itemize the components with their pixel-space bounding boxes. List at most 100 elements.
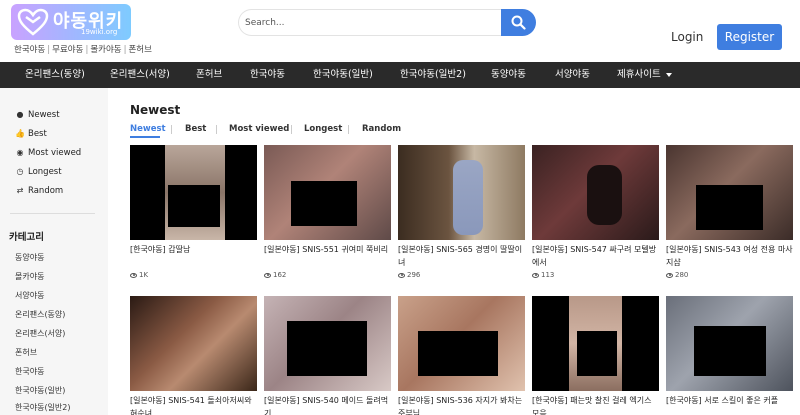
category-item[interactable]: 폰허브	[15, 347, 37, 358]
video-thumbnail[interactable]	[398, 296, 525, 391]
video-title[interactable]: [일본야동] SNIS-536 자지가 봐차는 주부님	[398, 394, 525, 415]
sidebar-divider	[10, 213, 95, 214]
eye-icon	[130, 272, 137, 278]
nav-item-pornhub[interactable]: 폰허브	[196, 62, 222, 88]
category-item[interactable]: 서양야동	[15, 290, 44, 301]
register-button[interactable]: Register	[717, 24, 782, 50]
tab-random[interactable]: Random	[362, 124, 401, 134]
view-count-value: 1K	[139, 271, 149, 279]
video-thumbnail[interactable]	[264, 296, 391, 391]
tab-longest[interactable]: Longest	[304, 124, 342, 134]
main-nav: 온리팬스(동양) 온리팬스(서양) 폰허브 한국야동 한국야동(일반) 한국야동…	[0, 62, 800, 88]
sidebar: ● Newest 👍 Best ◉ Most viewed ◷ Longest ⇄ Ran…	[0, 88, 108, 415]
thumbs-up-icon: 👍	[15, 129, 25, 138]
nav-item-korean-general[interactable]: 한국야동(일반)	[313, 62, 373, 88]
tab-best[interactable]: Best	[185, 124, 206, 134]
view-count: 280	[666, 271, 688, 279]
nav-item-onlyfans-western[interactable]: 온리팬스(서양)	[110, 62, 170, 88]
sidebar-item-most-viewed[interactable]: ◉ Most viewed	[15, 148, 82, 162]
censor-block	[696, 185, 763, 230]
tab-most-viewed[interactable]: Most viewed	[229, 124, 289, 134]
page-title: Newest	[130, 103, 181, 117]
sidebar-item-label: Newest	[28, 110, 60, 120]
site-header: 야동위키 19wiki.org 한국야동|무료야동|몰카야동|폰허브 Login…	[0, 0, 800, 62]
video-title[interactable]: [한국야동] 갑딸남	[130, 243, 257, 256]
heart-logo-icon	[17, 8, 49, 36]
nav-item-asian[interactable]: 동양야동	[491, 62, 526, 88]
clock-icon: ◷	[16, 167, 24, 176]
circle-icon: ●	[16, 110, 24, 119]
search-button[interactable]	[501, 9, 536, 36]
view-count-value: 113	[541, 271, 555, 279]
video-thumbnail[interactable]	[666, 145, 793, 240]
login-link[interactable]: Login	[671, 30, 703, 44]
caret-down-icon	[665, 72, 672, 77]
censor-block	[694, 326, 766, 376]
search-input[interactable]	[238, 9, 501, 36]
nav-item-korean-general2[interactable]: 한국야동(일반2)	[400, 62, 466, 88]
censor-block	[291, 181, 357, 226]
view-count: 162	[264, 271, 286, 279]
eye-icon: ◉	[16, 148, 24, 157]
logo-subtext: 19wiki.org	[81, 28, 118, 36]
video-thumbnail[interactable]	[666, 296, 793, 391]
sublink-free[interactable]: 무료야동	[52, 45, 83, 55]
sublink-pornhub[interactable]: 폰허브	[128, 45, 151, 55]
video-thumbnail[interactable]	[398, 145, 525, 240]
active-tab-indicator	[130, 136, 160, 138]
sidebar-item-label: Random	[28, 186, 64, 196]
sidebar-item-random[interactable]: ⇄ Random	[15, 186, 64, 200]
nav-item-partners[interactable]: 제휴사이트	[617, 62, 672, 88]
category-item[interactable]: 한국야동	[15, 366, 44, 377]
tab-separator	[216, 125, 217, 134]
censor-block	[418, 331, 498, 376]
sidebar-item-newest[interactable]: ● Newest	[15, 110, 60, 124]
nav-item-onlyfans-asian[interactable]: 온리팬스(동양)	[25, 62, 85, 88]
sublink-korean[interactable]: 한국야동	[14, 45, 45, 55]
view-count: 1K	[130, 271, 148, 279]
sidebar-item-label: Best	[28, 129, 47, 139]
sidebar-item-label: Longest	[28, 167, 62, 177]
category-heading: 카테고리	[9, 232, 44, 243]
eye-icon	[666, 272, 673, 278]
view-count: 296	[398, 271, 420, 279]
video-title[interactable]: [일본야동] SNIS-565 경명이 딸딸이녀	[398, 243, 525, 269]
video-title[interactable]: [일본야동] SNIS-547 싸구려 모텔방에서	[532, 243, 659, 269]
censor-block	[577, 331, 617, 376]
video-thumbnail[interactable]	[130, 145, 257, 240]
video-thumbnail[interactable]	[532, 145, 659, 240]
category-item[interactable]: 한국야동(일반2)	[15, 402, 71, 413]
search-icon	[511, 15, 526, 30]
sidebar-item-best[interactable]: 👍 Best	[15, 129, 47, 143]
view-count-value: 296	[407, 271, 421, 279]
category-item[interactable]: 한국야동(일반)	[15, 385, 65, 396]
sidebar-item-label: Most viewed	[28, 148, 82, 158]
sublink-hidden-cam[interactable]: 몰카야동	[90, 45, 121, 55]
header-sublinks: 한국야동 | 무료야동 | 몰카야동 | 폰허브	[14, 43, 152, 55]
video-thumbnail[interactable]	[264, 145, 391, 240]
sidebar-item-longest[interactable]: ◷ Longest	[15, 167, 62, 181]
site-logo[interactable]: 야동위키 19wiki.org	[11, 4, 131, 40]
category-item[interactable]: 몰카야동	[15, 271, 44, 282]
video-title[interactable]: [한국야동] 서로 스킬이 좋은 커플	[666, 394, 793, 407]
category-item[interactable]: 동양야동	[15, 252, 44, 263]
video-title[interactable]: [일본야동] SNIS-541 돌쇠아저씨와 혀순녀	[130, 394, 257, 415]
video-title[interactable]: [일본야동] SNIS-540 메이드 돌려먹기	[264, 394, 391, 415]
category-item[interactable]: 온리팬스(동양)	[15, 309, 65, 320]
search-bar	[238, 9, 538, 36]
nav-item-western[interactable]: 서양야동	[555, 62, 590, 88]
separator: |	[47, 45, 51, 55]
censor-block	[287, 321, 367, 376]
view-count: 113	[532, 271, 554, 279]
tab-newest[interactable]: Newest	[130, 124, 166, 134]
eye-icon	[532, 272, 539, 278]
nav-partners-label: 제휴사이트	[617, 69, 661, 80]
shuffle-icon: ⇄	[16, 186, 24, 195]
video-title[interactable]: [일본야동] SNIS-551 귀여미 쭉비리	[264, 243, 391, 256]
video-title[interactable]: [일본야동] SNIS-543 여성 전용 마사지샵	[666, 243, 793, 269]
category-item[interactable]: 온리팬스(서양)	[15, 328, 65, 339]
video-thumbnail[interactable]	[532, 296, 659, 391]
nav-item-korean[interactable]: 한국야동	[250, 62, 285, 88]
video-title[interactable]: [한국야동] 패는맛 찰진 걸레 엑기스 모음	[532, 394, 659, 415]
video-thumbnail[interactable]	[130, 296, 257, 391]
